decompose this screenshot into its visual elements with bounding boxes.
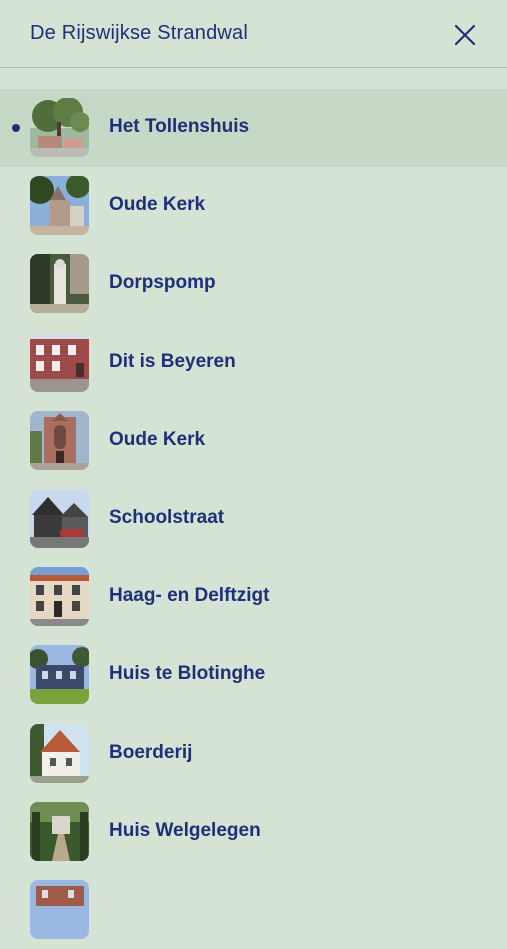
list-item-label: Oude Kerk [109, 194, 206, 216]
list-item-label: Dorpspomp [109, 272, 216, 294]
thumbnail-image [30, 645, 89, 705]
close-icon [454, 24, 476, 46]
list-item-label: Huis te Blotinghe [109, 663, 266, 685]
thumbnail-image [30, 723, 89, 783]
list-item-het-tollenshuis[interactable]: Het Tollenshuis [0, 89, 507, 168]
active-indicator [12, 124, 20, 132]
header-bar: De Rijswijkse Strandwal [0, 0, 507, 68]
list-item-label: Dit is Beyeren [109, 350, 236, 372]
list-item-huis-welgelegen[interactable]: Huis Welgelegen [0, 793, 507, 871]
list-item-huis-te-blotinghe[interactable]: Huis te Blotinghe [0, 636, 507, 714]
page-title: De Rijswijkse Strandwal [30, 22, 248, 44]
list-item-label: Boerderij [109, 741, 193, 763]
thumbnail-image [30, 176, 89, 236]
list-item-partial[interactable] [0, 871, 507, 949]
thumbnail-image [30, 567, 89, 627]
list-item-label: Oude Kerk [109, 428, 206, 450]
list-item-schoolstraat[interactable]: Schoolstraat [0, 480, 507, 558]
list-item-oude-kerk[interactable]: Oude Kerk [0, 167, 507, 245]
list-item-label: Huis Welgelegen [109, 819, 261, 841]
thumbnail-image [30, 332, 89, 392]
thumbnail-image [30, 488, 89, 548]
thumbnail-image [30, 879, 89, 939]
thumbnail-image [30, 254, 89, 314]
list-item-label: Het Tollenshuis [109, 116, 250, 137]
list-item-label: Schoolstraat [109, 506, 225, 528]
thumbnail-image [30, 98, 89, 157]
list-item-dorpspomp[interactable]: Dorpspomp [0, 245, 507, 323]
list-item-label: Haag- en Delftzigt [109, 585, 270, 607]
list-item-haag-en-delftzigt[interactable]: Haag- en Delftzigt [0, 558, 507, 636]
thumbnail-image [30, 410, 89, 470]
close-button[interactable] [448, 18, 482, 52]
list-item-dit-is-beyeren[interactable]: Dit is Beyeren [0, 324, 507, 402]
list-item-boerderij[interactable]: Boerderij [0, 715, 507, 793]
list-item-oude-kerk-2[interactable]: Oude Kerk [0, 402, 507, 480]
thumbnail-image [30, 801, 89, 861]
location-list: Het Tollenshuis Oude Kerk Dorpspomp Dit … [0, 89, 507, 949]
